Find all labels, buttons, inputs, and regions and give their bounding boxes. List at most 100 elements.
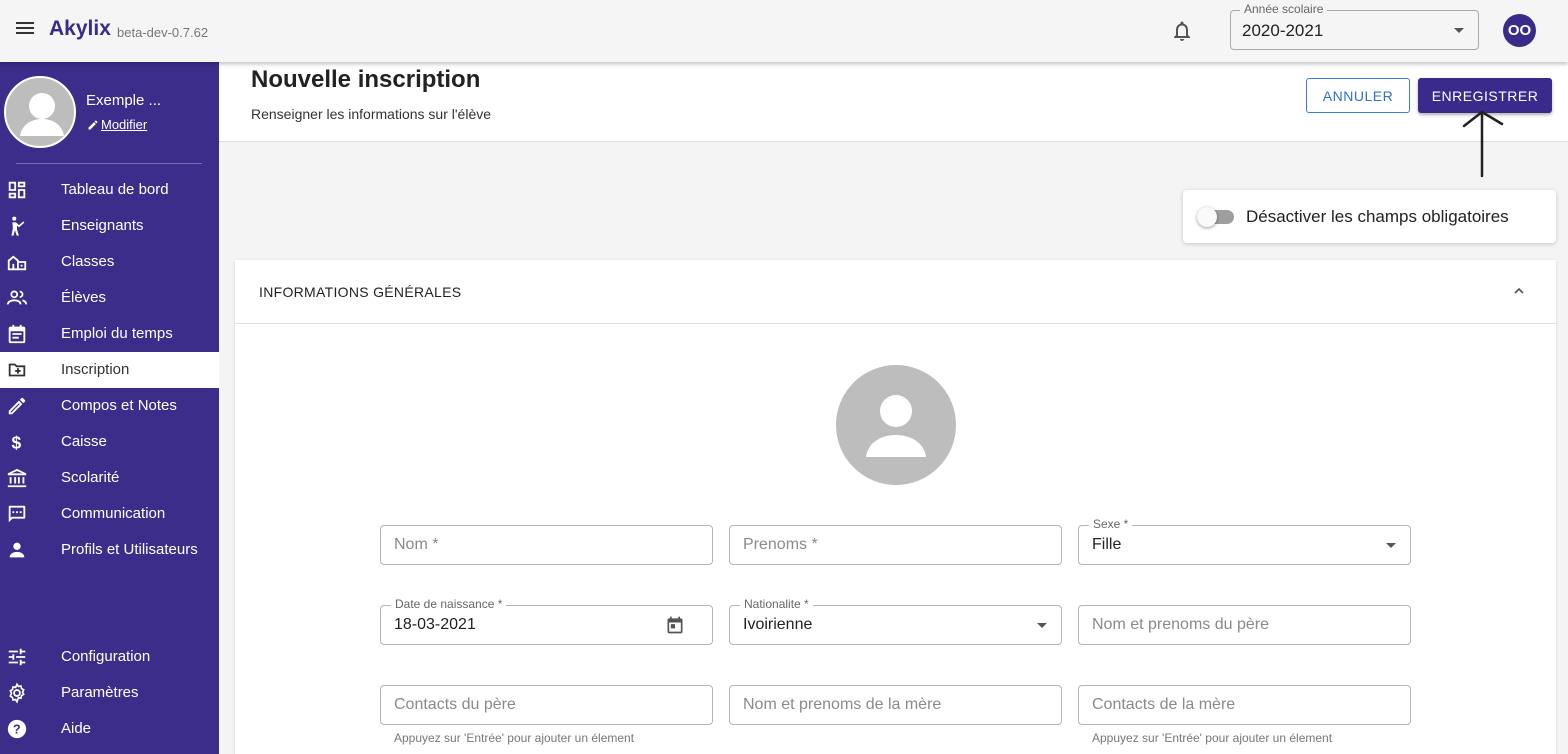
mere-nom-field[interactable]: Nom et prenoms de la mère (729, 685, 1062, 725)
pere-nom-placeholder: Nom et prenoms du père (1092, 616, 1269, 633)
sexe-label: Sexe * (1089, 517, 1133, 531)
section-header[interactable]: INFORMATIONS GÉNÉRALES (235, 260, 1556, 324)
edit-icon (88, 119, 98, 129)
required-fields-toggle-card: Désactiver les champs obligatoires (1183, 190, 1556, 243)
required-fields-toggle[interactable] (1197, 207, 1234, 227)
people-icon (6, 290, 28, 305)
nom-field[interactable]: Nom * (380, 525, 713, 565)
school-year-label: Année scolaire (1240, 2, 1328, 16)
sidebar-item-inscription[interactable]: Inscription (0, 352, 219, 388)
svg-text:?: ? (13, 722, 21, 737)
toggle-thumb (1197, 207, 1217, 227)
sexe-select[interactable]: Sexe * Fille (1078, 517, 1411, 565)
sidebar-item-eleves[interactable]: Élèves (0, 280, 219, 316)
school-icon (7, 255, 27, 271)
sidebar-item-label: Élèves (61, 289, 107, 306)
chevron-down-icon (1037, 623, 1047, 628)
sidebar-item-label: Compos et Notes (61, 397, 177, 414)
school-year-select[interactable]: 2020-2021 (1230, 10, 1479, 50)
calendar-icon[interactable] (665, 615, 685, 635)
school-year-value: 2020-2021 (1242, 21, 1324, 40)
person-icon (9, 542, 25, 558)
sidebar-item-classes[interactable]: Classes (0, 244, 219, 280)
arrow-annotation-icon (1462, 110, 1504, 178)
prenoms-placeholder: Prenoms * (743, 536, 818, 553)
nom-placeholder: Nom * (394, 536, 439, 553)
sidebar-item-label: Caisse (61, 433, 107, 450)
chevron-down-icon (1386, 543, 1396, 548)
dashboard-icon (8, 181, 26, 199)
sidebar-item-label: Scolarité (61, 469, 120, 486)
mere-contacts-placeholder: Contacts de la mère (1092, 696, 1236, 713)
calendar-icon (8, 324, 26, 344)
sidebar-item-tableau-de-bord[interactable]: Tableau de bord (0, 172, 219, 208)
top-app-bar: Akylix beta-dev-0.7.62 2020-2021 Année s… (0, 0, 1568, 62)
sidebar-item-compos-et-notes[interactable]: Compos et Notes (0, 388, 219, 424)
page-header: Nouvelle inscription Renseigner les info… (219, 62, 1568, 142)
chevron-up-icon[interactable] (1513, 285, 1525, 297)
sidebar-item-label: Enseignants (61, 217, 144, 234)
sidebar-item-parametres[interactable]: Paramètres (0, 675, 219, 711)
dollar-icon: $ (12, 432, 22, 452)
sidebar-item-configuration[interactable]: Configuration (0, 639, 219, 675)
profile-edit-label: Modifier (101, 117, 148, 132)
general-info-section: INFORMATIONS GÉNÉRALES Nom * Prenoms * S… (235, 260, 1556, 754)
chat-icon (8, 505, 26, 523)
sidebar-item-emploi-du-temps[interactable]: Emploi du temps (0, 316, 219, 352)
nationalite-label: Nationalite * (740, 597, 813, 611)
profile-avatar-icon (4, 76, 76, 148)
sidebar-item-scolarite[interactable]: Scolarité (0, 460, 219, 496)
dob-value: 18-03-2021 (394, 616, 476, 633)
page-subtitle: Renseigner les informations sur l'élève (251, 106, 492, 122)
sidebar-item-label: Aide (61, 720, 92, 737)
sidebar-item-label: Communication (61, 505, 166, 522)
person-icon (866, 395, 926, 457)
app-brand: Akylix (49, 17, 111, 40)
prenoms-field[interactable]: Prenoms * (729, 525, 1062, 565)
sidebar-item-communication[interactable]: Communication (0, 496, 219, 532)
dob-label: Date de naissance * (391, 597, 507, 611)
sliders-icon (8, 648, 26, 666)
bell-icon[interactable] (1170, 19, 1194, 43)
sidebar-item-caisse[interactable]: $ Caisse (0, 424, 219, 460)
gear-icon (9, 682, 25, 704)
sidebar-item-enseignants[interactable]: Enseignants (0, 208, 219, 244)
bank-icon (7, 468, 27, 488)
mere-contacts-field[interactable]: Contacts de la mère (1078, 685, 1411, 725)
toggle-label: Désactiver les champs obligatoires (1246, 207, 1509, 226)
sidebar-item-label: Inscription (61, 361, 130, 378)
student-photo-avatar[interactable] (836, 365, 956, 485)
sidebar-item-profils-et-utilisateurs[interactable]: Profils et Utilisateurs (0, 532, 219, 568)
nationalite-value: Ivoirienne (743, 616, 813, 633)
nationalite-select[interactable]: Nationalite * Ivoirienne (729, 597, 1062, 645)
app-version: beta-dev-0.7.62 (117, 25, 209, 40)
user-avatar[interactable]: OO (1503, 14, 1536, 47)
pere-nom-field[interactable]: Nom et prenoms du père (1078, 605, 1411, 645)
page-title: Nouvelle inscription (251, 66, 481, 93)
pencil-icon (8, 397, 26, 415)
sidebar-item-aide[interactable]: ? Aide (0, 711, 219, 747)
help-icon: ? (7, 719, 27, 739)
mere-nom-placeholder: Nom et prenoms de la mère (743, 696, 942, 713)
pere-contacts-field[interactable]: Contacts du père (380, 685, 713, 725)
folder-plus-icon (8, 363, 26, 377)
cancel-button[interactable]: ANNULER (1306, 78, 1410, 113)
section-title: INFORMATIONS GÉNÉRALES (259, 284, 462, 300)
sidebar-item-label: Paramètres (61, 684, 139, 701)
sidebar-item-label: Classes (61, 253, 115, 270)
sidebar-item-label: Configuration (61, 648, 151, 665)
sidebar-item-label: Tableau de bord (61, 181, 169, 198)
menu-icon[interactable] (14, 19, 36, 41)
teacher-icon (11, 216, 25, 236)
chevron-down-icon (1454, 28, 1464, 33)
sidebar-divider (16, 163, 202, 164)
profile-edit-link[interactable]: Modifier (87, 117, 147, 132)
sidebar-profile: Exemple ... Modifier (0, 62, 219, 162)
pere-contacts-placeholder: Contacts du père (394, 696, 516, 713)
sidebar-item-label: Profils et Utilisateurs (61, 541, 198, 558)
mere-contacts-hint: Appuyez sur 'Entrée' pour ajouter un éle… (1092, 731, 1333, 745)
date-of-birth-field[interactable]: Date de naissance * 18-03-2021 (380, 597, 713, 645)
svg-text:$: $ (12, 432, 22, 452)
pere-contacts-hint: Appuyez sur 'Entrée' pour ajouter un éle… (394, 731, 635, 745)
sidebar-item-label: Emploi du temps (61, 325, 173, 342)
